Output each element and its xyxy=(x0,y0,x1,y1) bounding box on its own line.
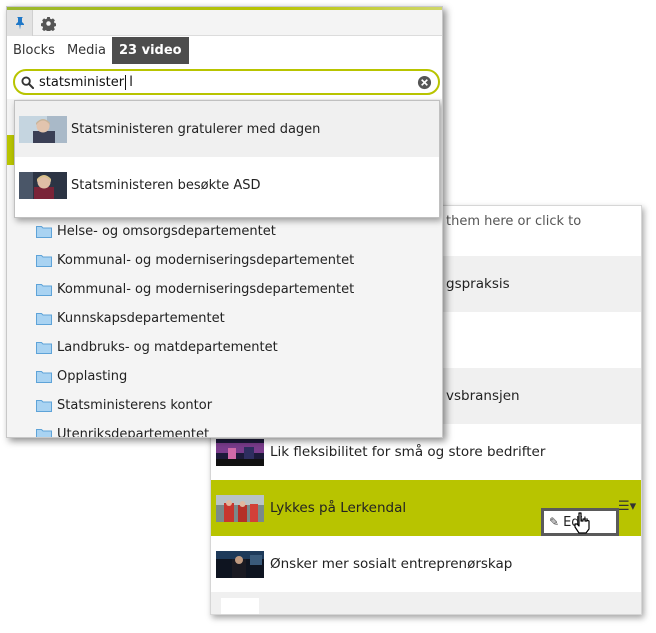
search-value: statsminister xyxy=(39,74,125,90)
content-item-label: vsbransjen xyxy=(446,388,520,404)
folder-icon xyxy=(36,284,52,296)
folder-icon xyxy=(36,255,52,267)
folder-icon xyxy=(36,342,52,354)
folder-label: Statsministerens kontor xyxy=(57,398,213,413)
folder-item[interactable]: Kommunal- og moderniseringsdepartementet xyxy=(7,246,442,275)
content-item-label: gspraksis xyxy=(446,276,510,292)
settings-button[interactable] xyxy=(35,10,61,36)
tab-media[interactable]: Media xyxy=(61,37,112,64)
hand-cursor-icon xyxy=(574,512,590,534)
gear-icon xyxy=(40,16,56,31)
search-result-item[interactable]: Statsministeren besøkte ASD xyxy=(15,157,439,213)
drop-hint: them here or click to xyxy=(446,214,582,229)
search-input[interactable]: statsminister I xyxy=(13,69,440,95)
folder-item[interactable]: Helse- og omsorgsdepartementet xyxy=(7,217,442,246)
ibeam-cursor-icon: I xyxy=(129,74,134,90)
folder-icon xyxy=(36,371,52,383)
folder-label: Kommunal- og moderniseringsdepartementet xyxy=(57,253,355,268)
clear-icon[interactable] xyxy=(417,75,432,90)
pin-icon xyxy=(15,17,24,30)
folder-label: Utenriksdepartementet xyxy=(57,427,210,438)
media-library-panel: Blocks Media 23 video Helse- og omsorgsd… xyxy=(6,6,443,438)
pencil-icon: ✎ xyxy=(549,515,560,529)
video-thumbnail xyxy=(19,115,67,143)
folder-label: Helse- og omsorgsdepartementet xyxy=(57,224,276,239)
video-thumbnail xyxy=(216,438,264,466)
context-menu-icon[interactable]: ☰▾ xyxy=(618,499,636,514)
media-tabs: Blocks Media 23 video xyxy=(7,37,442,64)
search-result-label: Statsministeren besøkte ASD xyxy=(71,177,261,193)
content-item-label: Ønsker mer sosialt entreprenørskap xyxy=(270,556,513,572)
panel-toolbar xyxy=(7,10,442,36)
video-thumbnail xyxy=(216,550,264,578)
video-thumbnail xyxy=(19,171,67,199)
folder-icon xyxy=(36,429,52,437)
folder-label: Landbruks- og matdepartementet xyxy=(57,340,278,355)
folder-list: Helse- og omsorgsdepartementet Kommunal-… xyxy=(7,217,442,438)
folder-label: Kommunal- og moderniseringsdepartementet xyxy=(57,282,355,297)
content-item-label: Lik fleksibilitet for små og store bedri… xyxy=(270,444,546,460)
content-item[interactable] xyxy=(211,592,641,614)
folder-item[interactable]: Utenriksdepartementet xyxy=(7,420,442,438)
content-item[interactable]: Ønsker mer sosialt entreprenørskap xyxy=(211,536,641,592)
folder-item[interactable]: Kunnskapsdepartementet xyxy=(7,304,442,333)
video-thumbnail-placeholder xyxy=(221,598,259,614)
folder-icon xyxy=(36,226,52,238)
search-icon xyxy=(21,75,34,89)
folder-icon xyxy=(36,400,52,412)
content-item-label: Lykkes på Lerkendal xyxy=(270,500,407,516)
folder-item[interactable]: Statsministerens kontor xyxy=(7,391,442,420)
folder-item[interactable]: Kommunal- og moderniseringsdepartementet xyxy=(7,275,442,304)
text-caret xyxy=(125,74,127,90)
folder-item[interactable]: Landbruks- og matdepartementet xyxy=(7,333,442,362)
video-thumbnail xyxy=(216,494,264,522)
tab-blocks[interactable]: Blocks xyxy=(7,37,61,64)
folder-icon xyxy=(36,313,52,325)
folder-item[interactable]: Opplasting xyxy=(7,362,442,391)
search-result-label: Statsministeren gratulerer med dagen xyxy=(71,121,321,137)
search-results-dropdown: Statsministeren gratulerer med dagen Sta… xyxy=(14,100,440,218)
pin-button[interactable] xyxy=(7,10,33,36)
tab-23-video[interactable]: 23 video xyxy=(111,37,189,64)
folder-label: Kunnskapsdepartementet xyxy=(57,311,225,326)
folder-label: Opplasting xyxy=(57,369,128,384)
search-result-item[interactable]: Statsministeren gratulerer med dagen xyxy=(15,101,439,157)
